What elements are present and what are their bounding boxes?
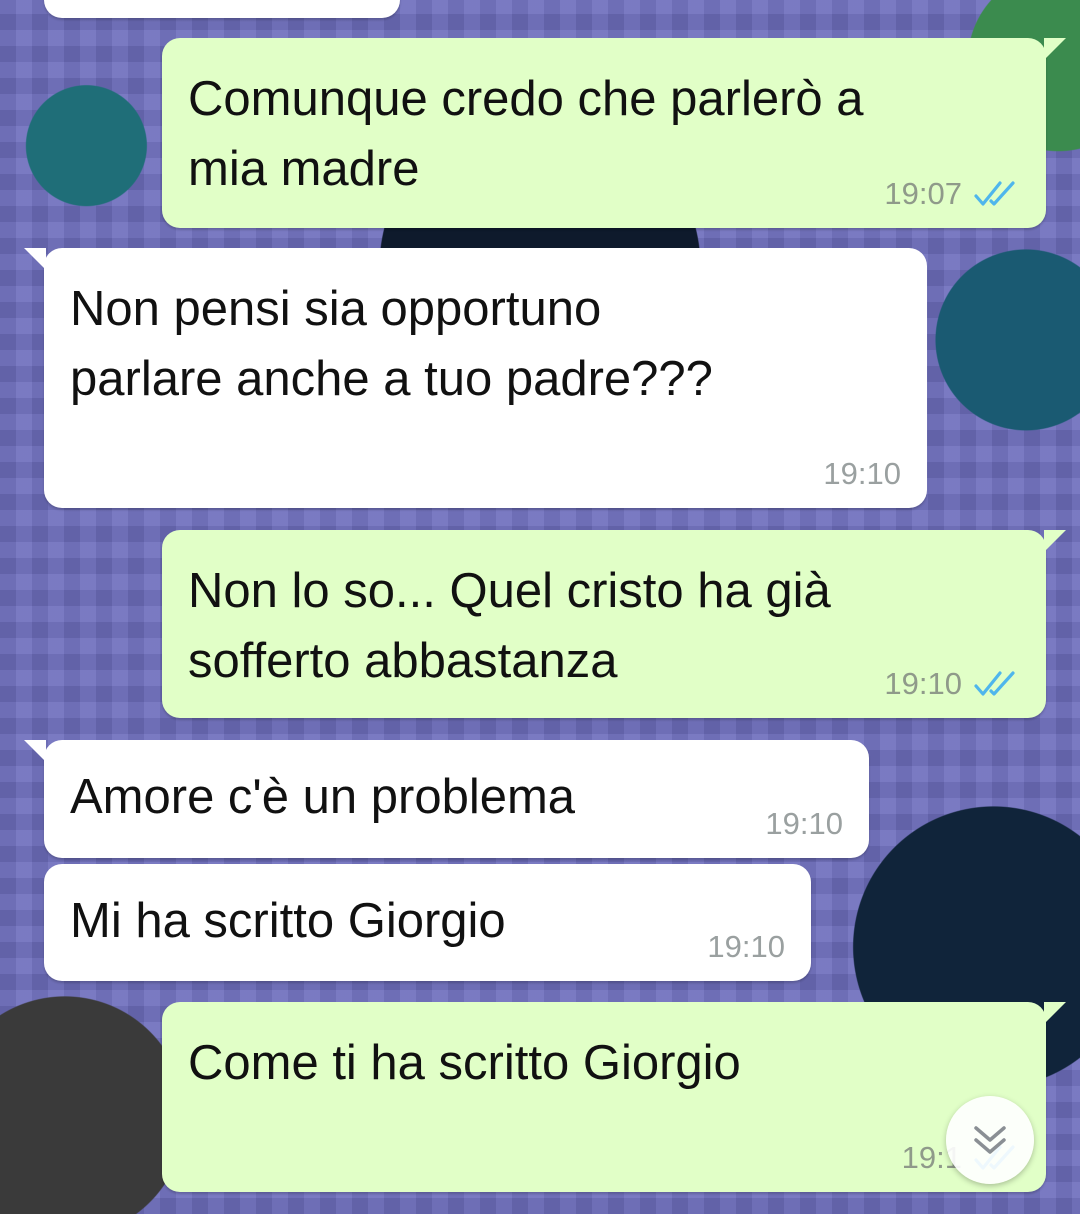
message-text: Non pensi sia opportuno parlare anche a … xyxy=(70,282,713,406)
message-meta: 19:10 xyxy=(823,456,901,492)
outgoing-message[interactable]: Come ti ha scritto Giorgio 19:1 xyxy=(162,1002,1066,1192)
message-text: Amore c'è un problema xyxy=(70,770,576,824)
read-receipt-icon xyxy=(974,181,1015,206)
message-text: Mi ha scritto Giorgio xyxy=(70,894,506,948)
message-time: 19:10 xyxy=(884,666,962,701)
outgoing-message[interactable]: Comunque credo che parlerò a mia madre 1… xyxy=(162,38,1066,228)
message-time: 19:10 xyxy=(823,456,901,491)
message-text: Non lo so... Quel cristo ha già sofferto… xyxy=(188,564,831,688)
message-text: Comunque credo che parlerò a mia madre xyxy=(188,72,864,196)
message-time: 19:07 xyxy=(884,176,962,211)
outgoing-message[interactable]: Non lo so... Quel cristo ha già sofferto… xyxy=(162,530,1066,718)
read-receipt-icon xyxy=(974,671,1015,696)
double-chevron-down-icon xyxy=(974,1126,1006,1154)
incoming-message[interactable]: Amore c'è un problema 19:10 xyxy=(24,740,869,858)
scroll-to-bottom-button[interactable] xyxy=(946,1096,1034,1184)
incoming-message[interactable]: Mi ha scritto Giorgio 19:10 xyxy=(44,864,811,981)
message-meta: 19:10 xyxy=(707,929,785,965)
message-meta: 19:10 xyxy=(765,806,843,842)
message-meta: 19:10 xyxy=(884,666,1020,702)
message-time: 19:10 xyxy=(765,806,843,841)
message-text: Come ti ha scritto Giorgio xyxy=(188,1036,741,1090)
chat-area[interactable]: Comunque credo che parlerò a mia madre 1… xyxy=(0,0,1080,1214)
incoming-message[interactable]: Non pensi sia opportuno parlare anche a … xyxy=(24,248,927,508)
message-time: 19:10 xyxy=(707,929,785,964)
previous-message-bubble[interactable] xyxy=(44,0,400,18)
message-meta: 19:07 xyxy=(884,176,1020,212)
